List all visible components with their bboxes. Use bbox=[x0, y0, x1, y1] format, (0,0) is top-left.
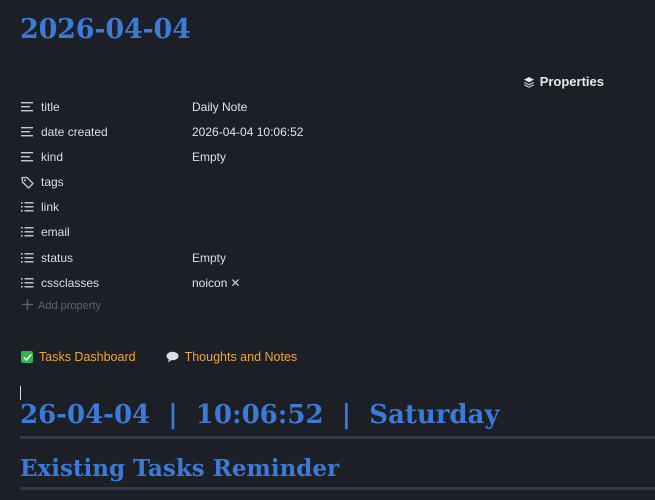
layers-icon bbox=[523, 76, 535, 88]
property-value[interactable]: 2026-04-04 10:06:52 bbox=[192, 125, 303, 139]
checkbox-emoji-icon bbox=[21, 351, 33, 363]
list-icon[interactable] bbox=[20, 276, 34, 290]
text-lines-icon[interactable] bbox=[20, 100, 34, 114]
cssclass-pill-label: noicon bbox=[192, 276, 228, 290]
property-row-tags[interactable]: tags bbox=[20, 172, 420, 192]
cssclass-pill[interactable]: noicon ✕ bbox=[192, 276, 240, 290]
property-row-title[interactable]: title Daily Note bbox=[20, 97, 420, 117]
properties-heading[interactable]: Properties bbox=[523, 74, 604, 89]
tasks-dashboard-label: Tasks Dashboard bbox=[39, 350, 136, 364]
property-value[interactable]: Empty bbox=[192, 251, 226, 265]
property-row-date-created[interactable]: date created 2026-04-04 10:06:52 bbox=[20, 122, 420, 142]
note-title[interactable]: 2026-04-04 bbox=[20, 14, 191, 45]
property-key[interactable]: tags bbox=[41, 175, 192, 189]
property-key[interactable]: status bbox=[41, 251, 192, 265]
quick-links: Tasks Dashboard Thoughts and Notes bbox=[21, 350, 297, 364]
list-icon[interactable] bbox=[20, 225, 34, 239]
existing-tasks-heading[interactable]: Existing Tasks Reminder bbox=[20, 455, 339, 482]
thoughts-notes-link[interactable]: Thoughts and Notes bbox=[166, 350, 298, 364]
property-key[interactable]: cssclasses bbox=[41, 276, 192, 290]
property-value[interactable]: Daily Note bbox=[192, 100, 247, 114]
property-row-email[interactable]: email bbox=[20, 222, 420, 242]
property-key[interactable]: email bbox=[41, 225, 192, 239]
tasks-dashboard-link[interactable]: Tasks Dashboard bbox=[21, 350, 136, 364]
speech-bubble-icon bbox=[166, 351, 179, 363]
text-lines-icon[interactable] bbox=[20, 125, 34, 139]
add-property-button[interactable]: Add property bbox=[22, 299, 101, 313]
property-row-kind[interactable]: kind Empty bbox=[20, 147, 420, 167]
tag-icon[interactable] bbox=[20, 175, 34, 189]
property-key[interactable]: title bbox=[41, 100, 192, 114]
property-key[interactable]: date created bbox=[41, 125, 192, 139]
remove-pill-icon[interactable]: ✕ bbox=[230, 276, 240, 290]
list-icon[interactable] bbox=[20, 200, 34, 214]
property-row-status[interactable]: status Empty bbox=[20, 248, 420, 268]
property-key[interactable]: kind bbox=[41, 150, 192, 164]
heading-divider bbox=[20, 436, 655, 439]
property-value[interactable]: Empty bbox=[192, 150, 226, 164]
property-row-cssclasses[interactable]: cssclasses noicon ✕ bbox=[20, 273, 420, 293]
property-key[interactable]: link bbox=[41, 200, 192, 214]
thoughts-notes-label: Thoughts and Notes bbox=[184, 350, 298, 364]
add-property-label: Add property bbox=[38, 300, 101, 312]
plus-icon bbox=[22, 299, 33, 313]
properties-heading-label: Properties bbox=[539, 74, 604, 89]
text-cursor bbox=[20, 386, 21, 400]
heading-divider bbox=[20, 487, 655, 490]
property-row-link[interactable]: link bbox=[20, 197, 420, 217]
text-lines-icon[interactable] bbox=[20, 150, 34, 164]
list-icon[interactable] bbox=[20, 251, 34, 265]
date-time-heading[interactable]: 26-04-04 | 10:06:52 | Saturday bbox=[20, 400, 500, 430]
